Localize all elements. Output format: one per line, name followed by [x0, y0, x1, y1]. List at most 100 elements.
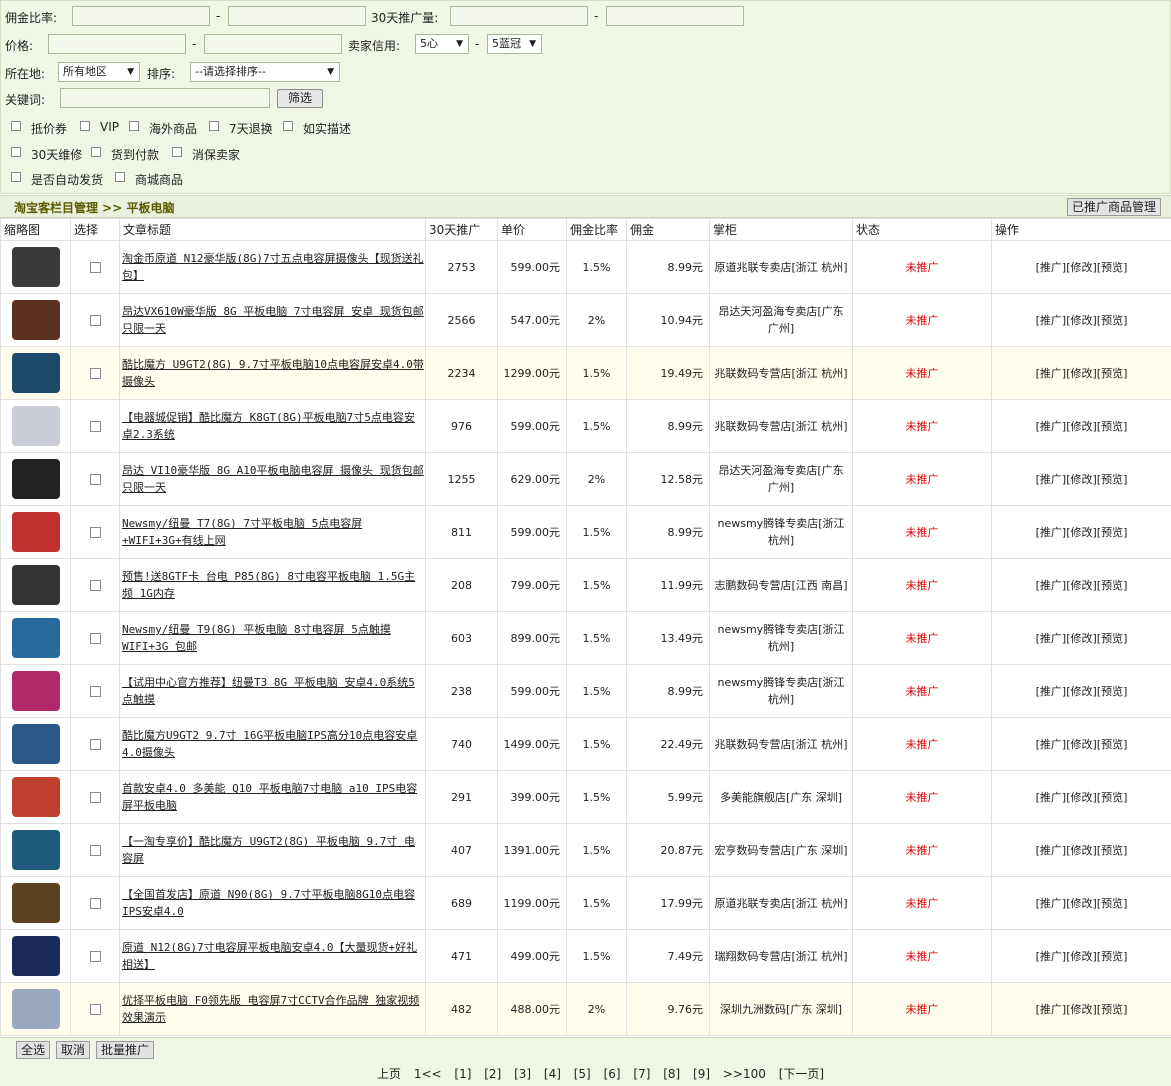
- product-title-link[interactable]: 【试用中心官方推荐】纽曼T3 8G 平板电脑 安卓4.0系统5点触摸: [120, 674, 425, 708]
- promo-volume-min-input[interactable]: [450, 6, 588, 26]
- next-page-link[interactable]: [下一页]: [779, 1067, 824, 1081]
- product-title-link[interactable]: 优择平板电脑 F0领先版 电容屏7寸CCTV合作品牌 独家视频效果演示: [120, 992, 425, 1026]
- product-title-link[interactable]: Newsmy/纽曼 T9(8G) 平板电脑 8寸电容屏 5点触摸WIFI+3G …: [120, 621, 425, 655]
- row-actions[interactable]: [推广][修改][预览]: [992, 877, 1171, 930]
- row-checkbox[interactable]: [90, 474, 101, 485]
- row-checkbox[interactable]: [90, 845, 101, 856]
- filter-button[interactable]: 筛选: [277, 89, 323, 108]
- row-checkbox[interactable]: [90, 527, 101, 538]
- product-thumbnail[interactable]: [12, 512, 60, 552]
- checkbox-auto-ship[interactable]: [11, 172, 21, 182]
- product-thumbnail[interactable]: [12, 618, 60, 658]
- promo-volume-max-input[interactable]: [606, 6, 744, 26]
- location-select[interactable]: 所有地区▼: [58, 62, 140, 82]
- product-thumbnail[interactable]: [12, 565, 60, 605]
- page-link[interactable]: [8]: [663, 1067, 680, 1081]
- checkbox-as-described[interactable]: [283, 121, 293, 131]
- checkbox-mall[interactable]: [115, 172, 125, 182]
- product-thumbnail[interactable]: [12, 671, 60, 711]
- price-min-input[interactable]: [48, 34, 186, 54]
- product-title-link[interactable]: 昂达 VI10豪华版 8G A10平板电脑电容屏 摄像头 现货包邮只限一天: [120, 462, 425, 496]
- checkbox-consumer-protect[interactable]: [172, 147, 182, 157]
- page-link[interactable]: [7]: [633, 1067, 650, 1081]
- checkbox-7day-return[interactable]: [209, 121, 219, 131]
- page-link[interactable]: [5]: [574, 1067, 591, 1081]
- cancel-button[interactable]: 取消: [56, 1041, 90, 1059]
- row-actions[interactable]: [推广][修改][预览]: [992, 771, 1171, 824]
- page-link[interactable]: [3]: [514, 1067, 531, 1081]
- select-all-button[interactable]: 全选: [16, 1041, 50, 1059]
- product-thumbnail[interactable]: [12, 777, 60, 817]
- product-title-link[interactable]: 预售!送8GTF卡 台电 P85(8G) 8寸电容平板电脑 1.5G主频 1G内…: [120, 568, 425, 602]
- checkbox-cod[interactable]: [91, 147, 101, 157]
- product-title-link[interactable]: 【一淘专享价】酷比魔方 U9GT2(8G) 平板电脑 9.7寸 电容屏: [120, 833, 425, 867]
- row-actions[interactable]: [推广][修改][预览]: [992, 930, 1171, 983]
- row-actions[interactable]: [推广][修改][预览]: [992, 824, 1171, 877]
- row-checkbox[interactable]: [90, 1004, 101, 1015]
- promoted-items-manage-button[interactable]: 已推广商品管理: [1067, 198, 1161, 216]
- sort-select[interactable]: --请选择排序--▼: [190, 62, 340, 82]
- page-link[interactable]: [9]: [693, 1067, 710, 1081]
- product-thumbnail[interactable]: [12, 883, 60, 923]
- row-actions[interactable]: [推广][修改][预览]: [992, 400, 1171, 453]
- row-checkbox[interactable]: [90, 368, 101, 379]
- row-checkbox[interactable]: [90, 792, 101, 803]
- batch-promote-button[interactable]: 批量推广: [96, 1041, 154, 1059]
- price-max-input[interactable]: [204, 34, 342, 54]
- product-title-link[interactable]: 昂达VX610W豪华版 8G 平板电脑 7寸电容屏 安卓 现货包邮只限一天: [120, 303, 425, 337]
- commission-rate-max-input[interactable]: [228, 6, 366, 26]
- product-thumbnail[interactable]: [12, 300, 60, 340]
- row-checkbox[interactable]: [90, 633, 101, 644]
- product-title-link[interactable]: 首款安卓4.0 多美能 Q10 平板电脑7寸电脑 a10 IPS电容屏平板电脑: [120, 780, 425, 814]
- product-title-link[interactable]: 原道 N12(8G)7寸电容屏平板电脑安卓4.0【大量现货+好礼相送】: [120, 939, 425, 973]
- product-thumbnail[interactable]: [12, 989, 60, 1029]
- product-title-link[interactable]: Newsmy/纽曼 T7(8G) 7寸平板电脑 5点电容屏+WIFI+3G+有线…: [120, 515, 425, 549]
- commission-rate-min-input[interactable]: [72, 6, 210, 26]
- row-actions[interactable]: [推广][修改][预览]: [992, 294, 1171, 347]
- product-title-link[interactable]: 酷比魔方 U9GT2(8G) 9.7寸平板电脑10点电容屏安卓4.0带摄像头: [120, 356, 425, 390]
- checkbox-coupon[interactable]: [11, 121, 21, 131]
- row-actions[interactable]: [推广][修改][预览]: [992, 718, 1171, 771]
- page-link[interactable]: [1]: [454, 1067, 471, 1081]
- row-checkbox[interactable]: [90, 262, 101, 273]
- product-thumbnail[interactable]: [12, 830, 60, 870]
- page-link[interactable]: [2]: [484, 1067, 501, 1081]
- row-actions[interactable]: [推广][修改][预览]: [992, 665, 1171, 718]
- credit-min-select[interactable]: 5心▼: [415, 34, 469, 54]
- checkbox-vip[interactable]: [80, 121, 90, 131]
- checkbox-overseas[interactable]: [129, 121, 139, 131]
- row-actions[interactable]: [推广][修改][预览]: [992, 612, 1171, 665]
- product-title-link[interactable]: 酷比魔方U9GT2 9.7寸 16G平板电脑IPS高分10点电容安卓4.0摄像头: [120, 727, 425, 761]
- product-thumbnail[interactable]: [12, 936, 60, 976]
- row-actions[interactable]: [推广][修改][预览]: [992, 241, 1171, 294]
- row-checkbox[interactable]: [90, 898, 101, 909]
- last-page-link[interactable]: >>100: [723, 1067, 766, 1081]
- row-checkbox[interactable]: [90, 951, 101, 962]
- credit-max-select[interactable]: 5蓝冠▼: [487, 34, 542, 54]
- row-actions[interactable]: [推广][修改][预览]: [992, 983, 1171, 1036]
- row-checkbox[interactable]: [90, 580, 101, 591]
- product-thumbnail[interactable]: [12, 459, 60, 499]
- keyword-input[interactable]: [60, 88, 270, 108]
- row-checkbox[interactable]: [90, 315, 101, 326]
- table-row: Newsmy/纽曼 T9(8G) 平板电脑 8寸电容屏 5点触摸WIFI+3G …: [1, 612, 1171, 665]
- checkbox-30day-repair[interactable]: [11, 147, 21, 157]
- product-thumbnail[interactable]: [12, 247, 60, 287]
- page-link[interactable]: [4]: [544, 1067, 561, 1081]
- row-actions[interactable]: [推广][修改][预览]: [992, 506, 1171, 559]
- row-actions[interactable]: [推广][修改][预览]: [992, 453, 1171, 506]
- product-thumbnail[interactable]: [12, 353, 60, 393]
- row-actions[interactable]: [推广][修改][预览]: [992, 559, 1171, 612]
- product-title-link[interactable]: 【电器城促销】酷比魔方 K8GT(8G)平板电脑7寸5点电容安卓2.3系统: [120, 409, 425, 443]
- product-thumbnail[interactable]: [12, 724, 60, 764]
- first-page-link[interactable]: 1<<: [414, 1067, 442, 1081]
- page-link[interactable]: [6]: [604, 1067, 621, 1081]
- product-title-link[interactable]: 【全国首发店】原道 N90(8G) 9.7寸平板电脑8G10点电容IPS安卓4.…: [120, 886, 425, 920]
- row-checkbox[interactable]: [90, 421, 101, 432]
- row-actions[interactable]: [推广][修改][预览]: [992, 347, 1171, 400]
- prev-page-link[interactable]: 上页: [377, 1067, 401, 1081]
- product-thumbnail[interactable]: [12, 406, 60, 446]
- row-checkbox[interactable]: [90, 739, 101, 750]
- product-title-link[interactable]: 淘金币原道 N12豪华版(8G)7寸五点电容屏摄像头【现货送礼包】: [120, 250, 425, 284]
- row-checkbox[interactable]: [90, 686, 101, 697]
